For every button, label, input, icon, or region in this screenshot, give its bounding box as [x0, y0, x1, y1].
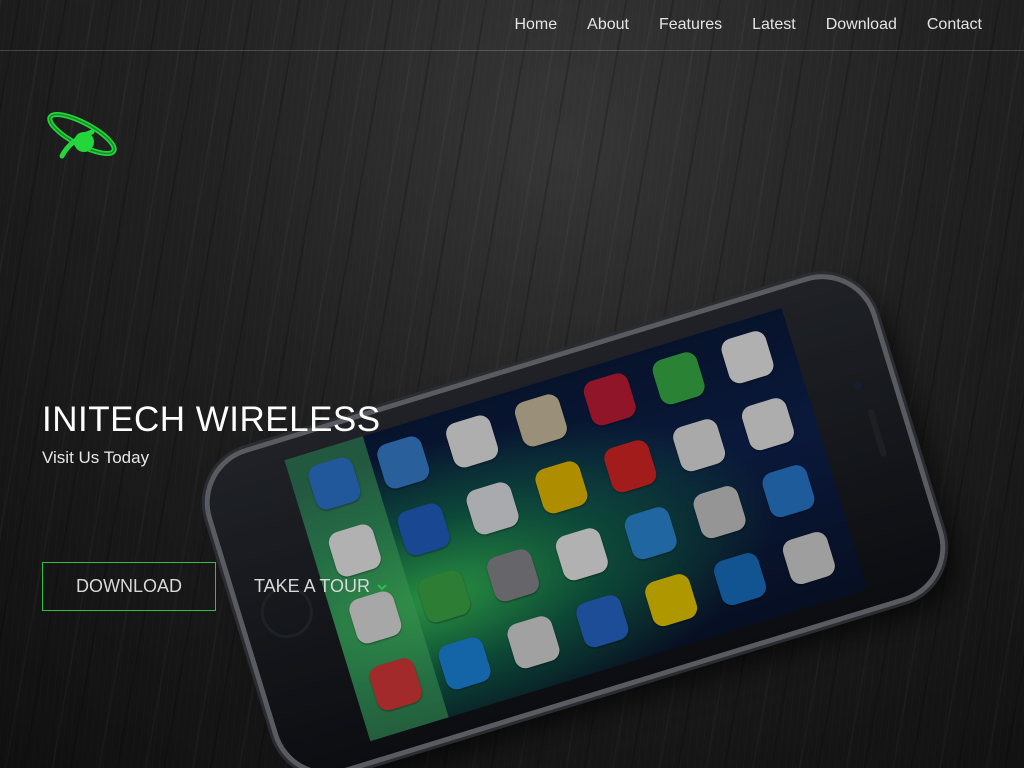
hero-title: INITECH WIRELESS: [42, 400, 381, 439]
phone-screen: [284, 308, 868, 742]
app-icon: [621, 504, 680, 562]
take-a-tour-label: TAKE A TOUR: [254, 576, 371, 596]
top-navigation: Home About Features Latest Download Cont…: [0, 0, 1024, 51]
app-icon: [642, 571, 700, 629]
nav-home[interactable]: Home: [514, 16, 557, 34]
download-button[interactable]: DOWNLOAD: [42, 562, 216, 611]
take-a-tour-link[interactable]: TAKE A TOUR: [254, 562, 388, 611]
app-icon: [484, 546, 542, 605]
smartphone-body: [196, 266, 954, 768]
app-icon: [718, 328, 777, 386]
nav-latest[interactable]: Latest: [752, 16, 796, 34]
camera-icon: [852, 380, 863, 391]
orbit-logo-icon[interactable]: [42, 104, 122, 168]
app-icon: [374, 433, 432, 492]
nav-features[interactable]: Features: [659, 16, 722, 34]
app-icon: [670, 416, 728, 474]
app-icon: [601, 437, 659, 496]
chevron-down-icon: [377, 583, 387, 590]
nav-about[interactable]: About: [587, 16, 629, 34]
hero-subtitle: Visit Us Today: [42, 448, 150, 467]
phone-image: [170, 220, 960, 768]
app-icon: [649, 349, 708, 408]
app-icon: [512, 391, 570, 450]
app-icon: [573, 592, 632, 650]
nav-links: Home About Features Latest Download Cont…: [514, 0, 982, 50]
speaker-icon: [867, 407, 888, 458]
app-icon: [435, 634, 494, 693]
app-icon: [581, 370, 639, 429]
app-icon: [415, 567, 473, 626]
app-icon: [739, 395, 797, 453]
nav-contact[interactable]: Contact: [927, 16, 982, 34]
app-icon: [443, 412, 501, 471]
app-icon: [504, 613, 563, 671]
app-grid: [374, 325, 853, 707]
hero-page: Home About Features Latest Download Cont…: [0, 0, 1024, 768]
app-icon: [690, 483, 749, 541]
app-icon: [532, 458, 591, 517]
app-icon: [553, 525, 611, 583]
app-icon: [463, 479, 522, 538]
app-icon: [711, 550, 769, 608]
nav-download[interactable]: Download: [826, 16, 897, 34]
app-icon: [780, 529, 838, 587]
app-icon: [759, 462, 818, 520]
app-icon: [394, 500, 453, 559]
